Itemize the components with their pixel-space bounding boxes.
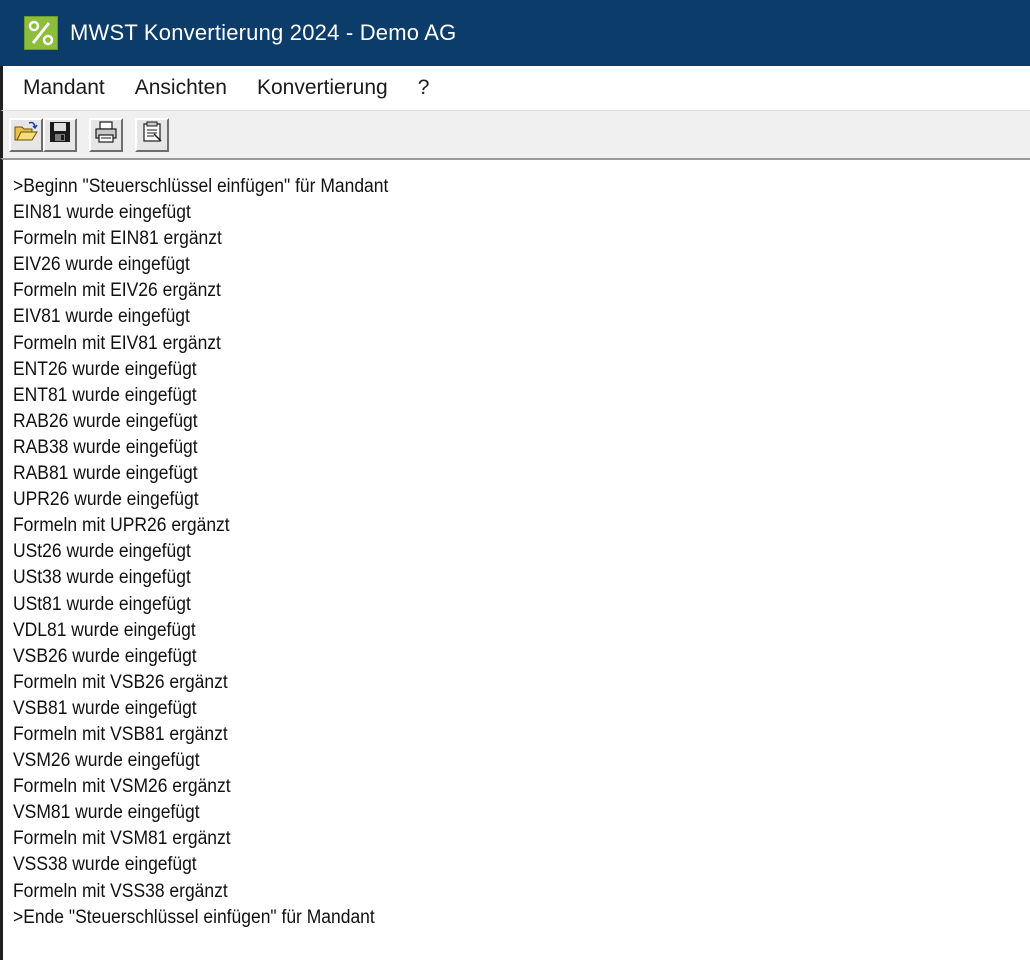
log-output[interactable]: >Beginn "Steuerschlüssel einfügen" für M… <box>0 158 1030 960</box>
log-line: Formeln mit VSS38 ergänzt <box>13 880 228 902</box>
log-line: RAB81 wurde eingefügt <box>13 463 198 485</box>
properties-icon <box>141 121 163 148</box>
log-line: Formeln mit EIV26 ergänzt <box>13 280 221 302</box>
log-line: VSB81 wurde eingefügt <box>13 697 197 719</box>
log-line: USt38 wurde eingefügt <box>13 567 191 589</box>
window-title: MWST Konvertierung 2024 - Demo AG <box>70 20 457 45</box>
log-line: RAB26 wurde eingefügt <box>13 410 198 432</box>
log-line: >Beginn "Steuerschlüssel einfügen" für M… <box>13 176 389 197</box>
title-bar[interactable]: MWST Konvertierung 2024 - Demo AG <box>0 0 1030 66</box>
log-line: VSM26 wurde eingefügt <box>13 750 200 772</box>
menu-mandant[interactable]: Mandant <box>23 76 105 100</box>
menu-ansichten[interactable]: Ansichten <box>135 76 227 100</box>
toolbar <box>0 110 1030 158</box>
menu-bar: Mandant Ansichten Konvertierung ? <box>0 66 1030 110</box>
log-line: ENT81 wurde eingefügt <box>13 384 197 406</box>
log-line: Formeln mit UPR26 ergänzt <box>13 515 230 537</box>
log-line: VDL81 wurde eingefügt <box>13 619 196 641</box>
app-window: MWST Konvertierung 2024 - Demo AG Mandan… <box>0 0 1030 960</box>
log-line: EIV81 wurde eingefügt <box>13 306 190 328</box>
log-line: Formeln mit EIN81 ergänzt <box>13 228 222 250</box>
open-button[interactable] <box>9 117 43 152</box>
menu-help[interactable]: ? <box>418 76 430 100</box>
log-line: Formeln mit VSB81 ergänzt <box>13 723 228 745</box>
properties-button[interactable] <box>135 117 169 152</box>
log-line: RAB38 wurde eingefügt <box>13 436 198 458</box>
log-line: USt26 wurde eingefügt <box>13 541 191 563</box>
log-line: >Ende "Steuerschlüssel einfügen" für Man… <box>13 906 375 928</box>
log-line: EIN81 wurde eingefügt <box>13 202 191 224</box>
log-line: Formeln mit EIV81 ergänzt <box>13 332 221 354</box>
open-folder-icon <box>14 121 38 148</box>
menu-konvertierung[interactable]: Konvertierung <box>257 76 388 100</box>
log-line: Formeln mit VSB26 ergänzt <box>13 671 228 693</box>
print-button[interactable] <box>89 117 123 152</box>
log-line: Formeln mit VSM81 ergänzt <box>13 828 231 850</box>
log-line: ENT26 wurde eingefügt <box>13 358 197 380</box>
log-line: VSS38 wurde eingefügt <box>13 854 197 876</box>
log-line: VSB26 wurde eingefügt <box>13 645 197 667</box>
log-line: USt81 wurde eingefügt <box>13 593 191 615</box>
save-disk-icon <box>49 121 71 148</box>
save-button[interactable] <box>43 117 77 152</box>
log-line: Formeln mit VSM26 ergänzt <box>13 776 231 798</box>
print-icon <box>94 121 118 148</box>
app-logo-icon <box>24 16 58 50</box>
log-line: UPR26 wurde eingefügt <box>13 489 199 511</box>
log-line: VSM81 wurde eingefügt <box>13 802 200 824</box>
log-line: EIV26 wurde eingefügt <box>13 254 190 276</box>
